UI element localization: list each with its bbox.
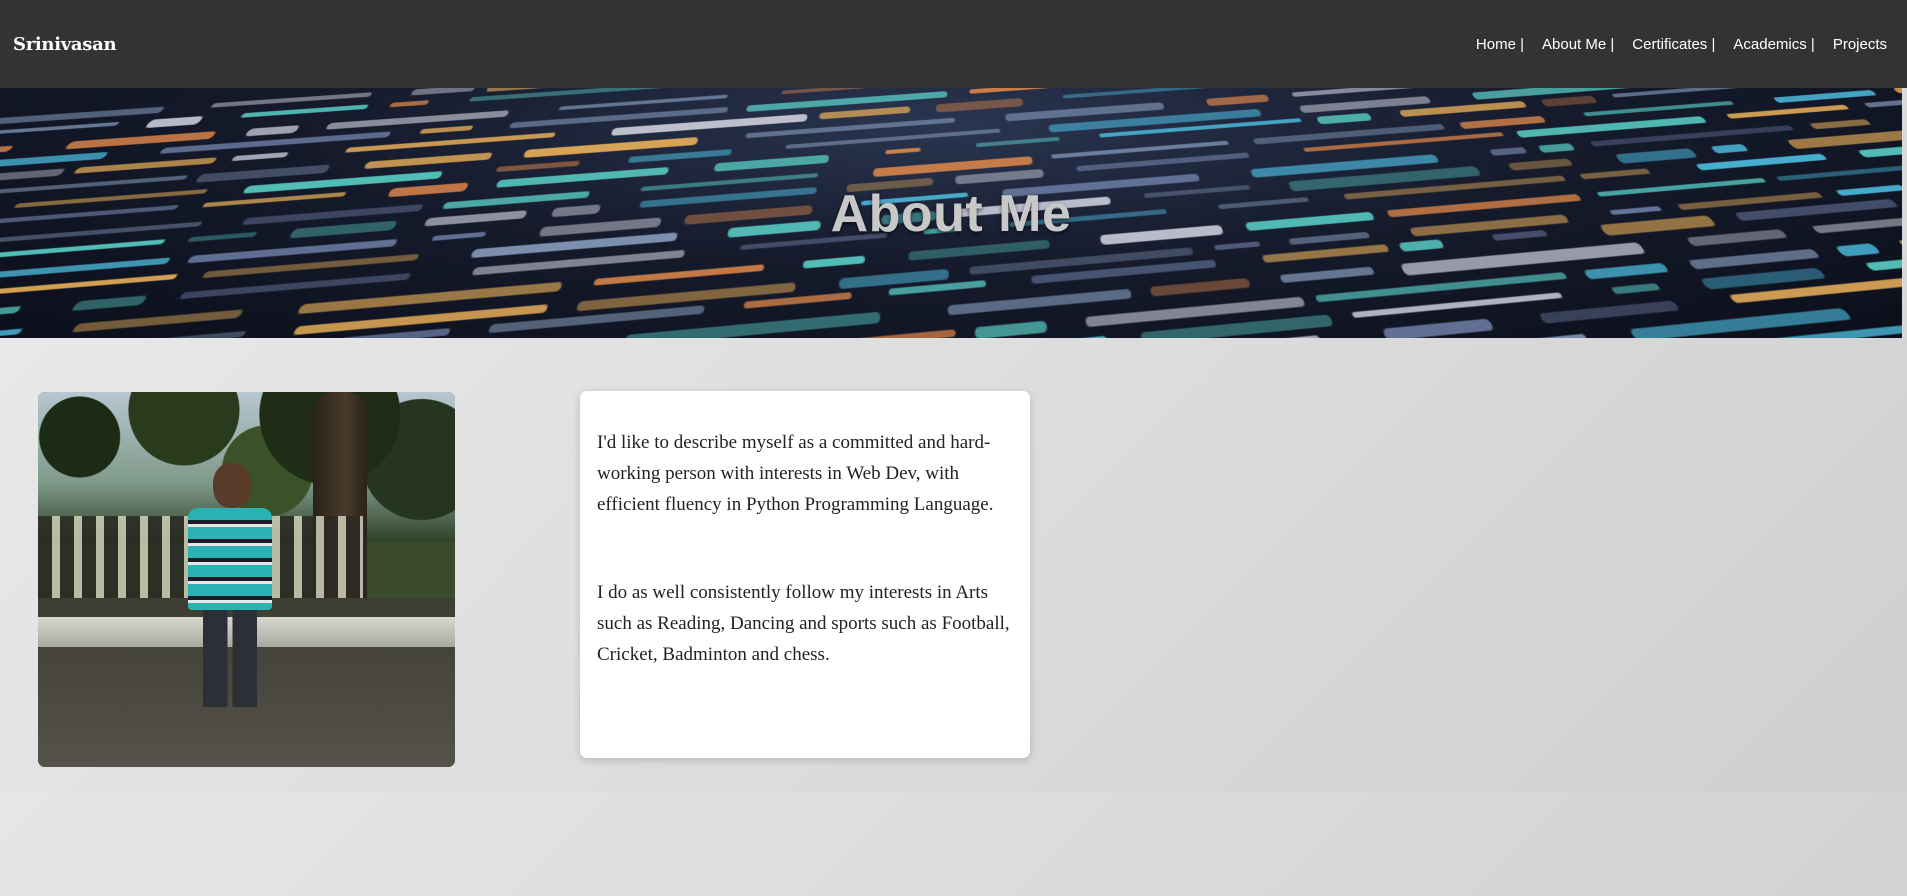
nav-links: Home | About Me | Certificates | Academi…	[1476, 36, 1887, 53]
navbar: Srinivasan Home | About Me | Certificate…	[0, 0, 1907, 88]
about-section: I'd like to describe myself as a committ…	[0, 338, 1907, 792]
about-paragraph-intro: I'd like to describe myself as a committ…	[597, 432, 994, 515]
hero-banner: About Me	[0, 88, 1902, 338]
profile-photo	[38, 392, 455, 767]
nav-link-about-me[interactable]: About Me |	[1542, 36, 1614, 53]
about-paragraph-interests: I do as well consistently follow my inte…	[597, 582, 1010, 665]
nav-link-academics[interactable]: Academics |	[1733, 36, 1814, 53]
page-title: About Me	[830, 185, 1072, 243]
brand-logo[interactable]: Srinivasan	[13, 34, 117, 55]
nav-link-certificates[interactable]: Certificates |	[1632, 36, 1715, 53]
about-card: I'd like to describe myself as a committ…	[580, 391, 1030, 758]
nav-link-projects[interactable]: Projects	[1833, 36, 1887, 53]
nav-link-home[interactable]: Home |	[1476, 36, 1524, 53]
